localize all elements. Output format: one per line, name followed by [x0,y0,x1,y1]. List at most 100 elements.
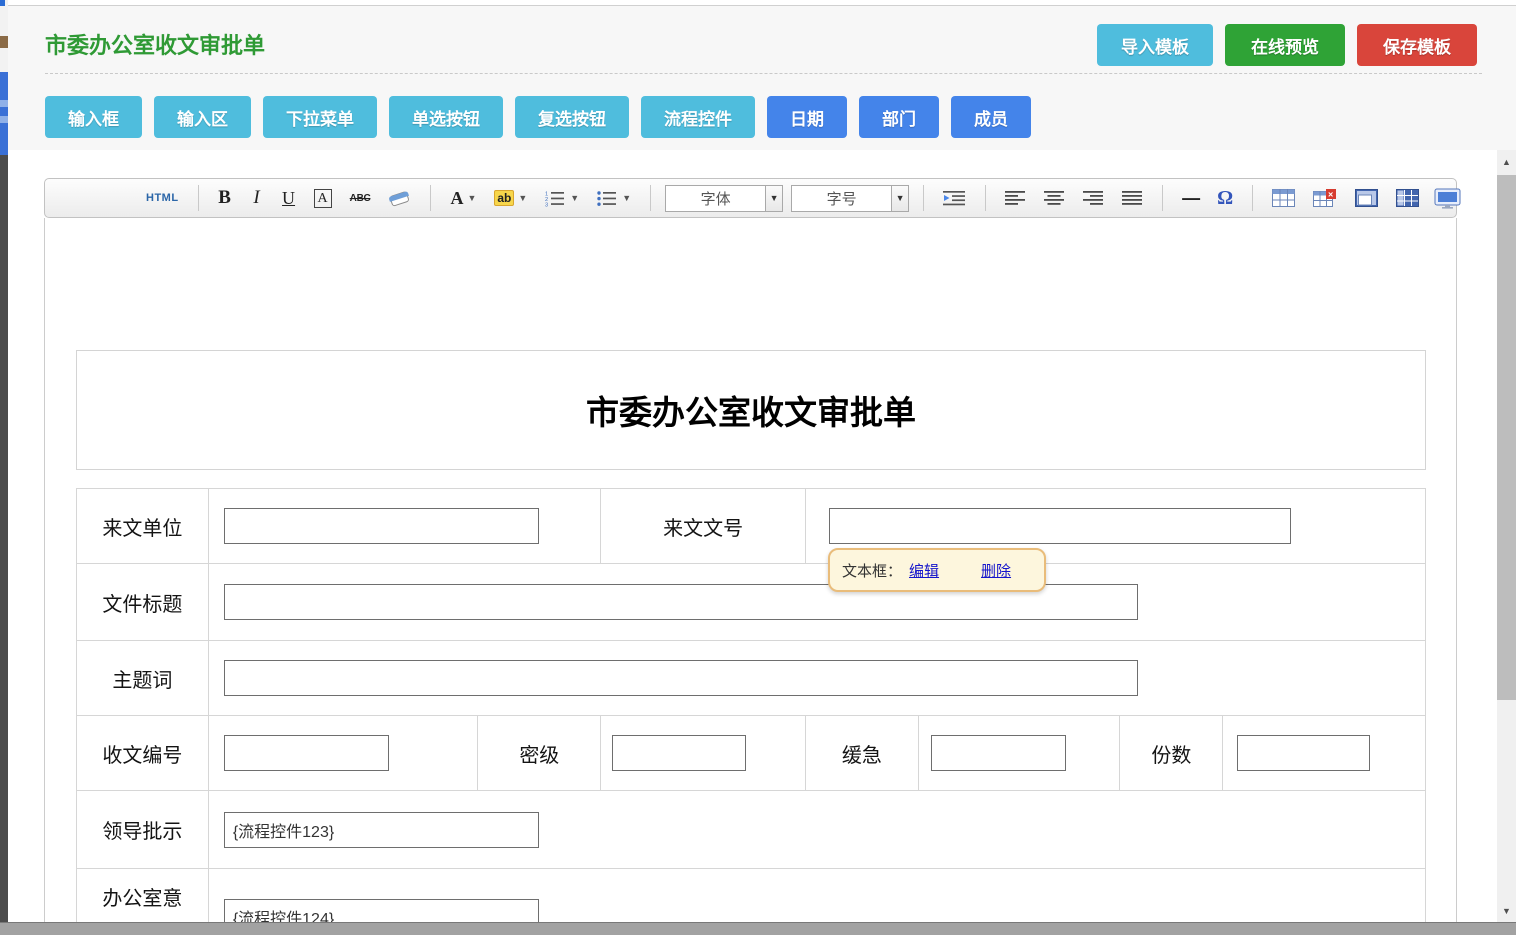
chevron-down-icon: ▼ [622,193,631,203]
align-left-button[interactable] [999,184,1032,212]
horizontal-rule-button[interactable]: — [1176,184,1205,212]
save-template-button[interactable]: 保存模板 [1357,24,1477,66]
svg-text:×: × [1328,189,1333,199]
window-left-edge-strip [0,0,8,935]
chevron-down-icon[interactable]: ▼ [765,186,782,211]
font-family-select[interactable]: 字体 ▼ [665,185,783,212]
document-title-cell[interactable]: 市委办公室收文审批单 [76,350,1426,470]
editor-content-area[interactable]: 市委办公室收文审批单 来文单位 来文文号 文件标题 [44,218,1457,935]
subject-words-input[interactable] [224,660,1138,696]
cell-leader-remarks-input [209,791,1425,868]
import-template-button[interactable]: 导入模板 [1097,24,1213,66]
table-row: 领导批示 [77,791,1425,869]
chevron-down-icon: ▼ [518,193,527,203]
insert-dropdown-button[interactable]: 下拉菜单 [263,96,377,138]
monitor-icon [1434,188,1461,209]
highlight-color-button[interactable]: ab ▼ [488,184,533,212]
document-number-input[interactable] [829,508,1291,544]
fullscreen-button[interactable] [1428,184,1467,212]
cell-properties-icon [1396,189,1419,207]
ordered-list-button[interactable]: 1 2 3 ▼ [539,184,585,212]
field-edit-tooltip: 文本框： 编辑 删除 [828,548,1046,592]
header-action-buttons: 导入模板 在线预览 保存模板 [1097,24,1477,66]
label-urgency: 缓急 [806,716,919,790]
tooltip-edit-link[interactable]: 编辑 [909,560,939,581]
leader-remarks-input[interactable] [224,812,539,848]
text-color-a-icon: A [450,188,463,209]
insert-date-button[interactable]: 日期 [767,96,847,138]
unordered-list-button[interactable]: ▼ [591,184,637,212]
underline-button[interactable]: U [276,184,302,212]
scrollbar-down-arrow[interactable]: ▼ [1497,899,1516,922]
align-center-button[interactable] [1038,184,1071,212]
justify-button[interactable] [1116,184,1149,212]
rich-text-editor: HTML B I U A ABC A ▼ ab [44,178,1457,935]
justify-icon [1122,190,1143,206]
toolbar-separator [430,185,431,211]
insert-department-button[interactable]: 部门 [859,96,939,138]
strikethrough-button[interactable]: ABC [344,184,377,212]
align-right-button[interactable] [1077,184,1110,212]
indent-button[interactable] [937,184,972,212]
special-character-button[interactable]: Ω [1211,184,1239,212]
page-title: 市委办公室收文审批单 [45,28,265,60]
label-source-unit: 来文单位 [77,489,209,563]
tooltip-delete-link[interactable]: 删除 [981,560,1011,581]
toolbar-separator [650,185,651,211]
window-bottom-edge [0,922,1516,935]
insert-input-box-button[interactable]: 输入框 [45,96,142,138]
chevron-down-icon[interactable]: ▼ [891,186,908,211]
form-template-designer-page: 市委办公室收文审批单 导入模板 在线预览 保存模板 输入框 输入区 下拉菜单 单… [0,0,1516,935]
label-copies: 份数 [1120,716,1223,790]
receipt-number-input[interactable] [224,735,389,771]
table-row: 来文单位 来文文号 [77,489,1425,564]
vertical-scrollbar[interactable]: ▲ ▼ [1497,150,1516,922]
left-strip-brown-mark [0,36,8,48]
remove-format-button[interactable] [382,184,417,212]
delete-table-icon: × [1313,189,1337,207]
insert-flow-control-button[interactable]: 流程控件 [641,96,755,138]
insert-table-button[interactable] [1266,184,1301,212]
urgency-input[interactable] [931,735,1066,771]
insert-textarea-button[interactable]: 输入区 [154,96,251,138]
toolbar-separator [923,185,924,211]
approval-form-table: 来文单位 来文文号 文件标题 主题词 [76,488,1426,935]
html-source-button[interactable]: HTML [140,184,185,212]
align-center-icon [1044,190,1065,206]
insert-checkbox-button[interactable]: 复选按钮 [515,96,629,138]
cell-receipt-number-input [209,716,479,790]
label-document-number: 来文文号 [601,489,806,563]
cell-properties-button[interactable] [1390,184,1425,212]
scrollbar-thumb[interactable] [1497,175,1516,700]
tooltip-field-type-label: 文本框： [842,560,902,581]
table-properties-button[interactable] [1349,184,1384,212]
toolbar-separator [198,185,199,211]
label-subject-words: 主题词 [77,641,209,715]
toolbar-separator [985,185,986,211]
online-preview-button[interactable]: 在线预览 [1225,24,1345,66]
table-row: 收文编号 密级 缓急 份数 [77,716,1425,791]
cell-copies-input [1223,716,1425,790]
italic-button[interactable]: I [244,184,270,212]
insert-radio-button[interactable]: 单选按钮 [389,96,503,138]
field-tool-buttons: 输入框 输入区 下拉菜单 单选按钮 复选按钮 流程控件 日期 部门 成员 [45,96,1031,138]
toolbar-separator [1252,185,1253,211]
delete-table-button[interactable]: × [1307,184,1343,212]
font-format-button[interactable]: A [308,184,338,212]
insert-table-icon [1272,189,1295,207]
text-color-button[interactable]: A ▼ [444,184,482,212]
source-unit-input[interactable] [224,508,539,544]
bold-button[interactable]: B [212,184,238,212]
ordered-list-icon: 1 2 3 [545,190,566,207]
font-family-value: 字体 [666,188,765,209]
cell-subject-words-input [209,641,1425,715]
insert-member-button[interactable]: 成员 [951,96,1031,138]
scrollbar-up-arrow[interactable]: ▲ [1497,150,1516,173]
copies-input[interactable] [1237,735,1370,771]
cell-secrecy-level-input [601,716,806,790]
left-strip-stripe [0,116,8,123]
font-size-select[interactable]: 字号 ▼ [791,185,909,212]
secrecy-level-input[interactable] [612,735,746,771]
table-row: 文件标题 [77,564,1425,641]
table-row: 主题词 [77,641,1425,716]
